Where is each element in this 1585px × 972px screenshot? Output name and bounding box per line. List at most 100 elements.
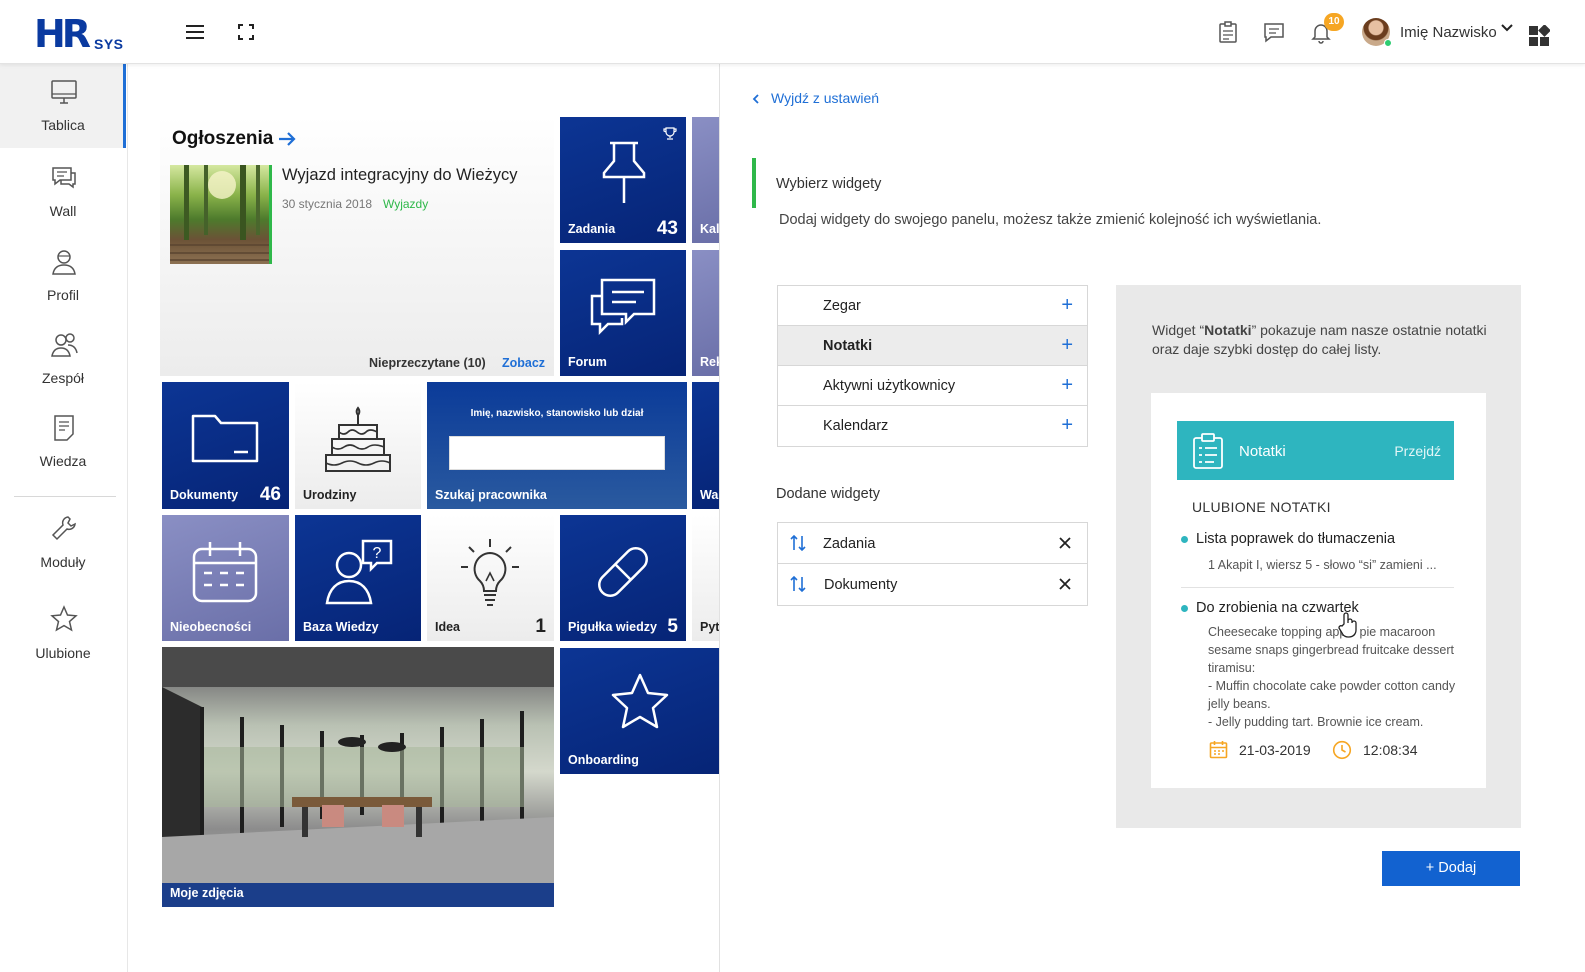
- note-date: 21-03-2019: [1239, 742, 1311, 758]
- sidebar-item-wall[interactable]: Wall: [0, 150, 126, 234]
- widget-row-kalendarz[interactable]: Kalendarz +: [778, 406, 1087, 446]
- widget-name: Zegar: [823, 298, 861, 314]
- section-description: Dodaj widgety do swojego panelu, możesz …: [779, 212, 1322, 228]
- widget-row-zegar[interactable]: Zegar +: [778, 286, 1087, 326]
- tile-label: Pyta: [700, 620, 720, 634]
- widget-name: Dokumenty: [824, 577, 898, 593]
- add-widget-plus-icon[interactable]: +: [1061, 335, 1073, 355]
- sidebar-item-zespol[interactable]: Zespół: [0, 317, 126, 401]
- logo-hr: HR: [34, 12, 91, 56]
- tile-onboarding[interactable]: Onboarding: [560, 648, 720, 774]
- clock-icon: [1332, 740, 1352, 760]
- logo[interactable]: HR SYS: [34, 12, 134, 56]
- exit-settings-link[interactable]: Wyjdź z ustawień: [771, 90, 879, 106]
- desc-widget-name: Notatki: [1204, 322, 1252, 338]
- top-bar: HR SYS 10 Imię Nazwisko: [0, 0, 1585, 64]
- tile-label: Baza Wiedzy: [303, 620, 379, 634]
- clipboard-icon[interactable]: [1216, 20, 1240, 44]
- tile-moje-zdjecia[interactable]: Moje zdjęcia: [162, 647, 554, 907]
- tile-label: Pigułka wiedzy: [568, 620, 657, 634]
- tile-nieobecnosci[interactable]: Nieobecności: [162, 515, 289, 641]
- announcement-headline[interactable]: Wyjazd integracyjny do Wieżycy: [282, 166, 518, 185]
- tile-baza-wiedzy[interactable]: ? Baza Wiedzy: [295, 515, 421, 641]
- sidebar-item-label: Zespół: [41, 370, 85, 386]
- tile-zadania[interactable]: Zadania 43: [560, 117, 686, 243]
- tile-pytania[interactable]: Pyta: [692, 515, 720, 641]
- announcements-title[interactable]: Ogłoszenia: [172, 128, 273, 150]
- widget-row-notatki[interactable]: Notatki +: [778, 326, 1087, 366]
- add-button-label: Dodaj: [1438, 860, 1477, 876]
- tile-label: Dokumenty: [170, 488, 239, 502]
- tile-dokumenty[interactable]: Dokumenty 46: [162, 382, 289, 509]
- widgets-grid-icon[interactable]: [1528, 24, 1552, 49]
- widget-name: Zadania: [823, 536, 876, 552]
- remove-widget-close-icon[interactable]: [1059, 578, 1071, 590]
- tile-kalendarz[interactable]: Kal: [692, 117, 720, 243]
- tile-count: 43: [656, 218, 678, 239]
- sidebar-item-wiedza[interactable]: Wiedza: [0, 400, 126, 484]
- tile-wall[interactable]: Wal: [692, 382, 720, 509]
- user-name[interactable]: Imię Nazwisko: [1400, 24, 1497, 41]
- note-body: Cheesecake topping apple pie macaroon se…: [1208, 625, 1456, 729]
- add-widget-plus-icon[interactable]: +: [1061, 295, 1073, 315]
- arrow-right-icon[interactable]: [277, 130, 297, 153]
- user-icon: [52, 250, 76, 275]
- added-widget-row-dokumenty[interactable]: Dokumenty: [778, 564, 1087, 605]
- tile-label: Urodziny: [303, 488, 357, 502]
- sidebar-item-label: Profil: [47, 287, 79, 303]
- wrench-icon: [51, 516, 76, 541]
- note-bullet: [1181, 536, 1188, 543]
- hand-cursor-icon: [1337, 612, 1359, 643]
- announcement-image[interactable]: [170, 165, 272, 264]
- note-title[interactable]: Do zrobienia na czwartek: [1196, 600, 1359, 616]
- remove-widget-close-icon[interactable]: [1059, 537, 1071, 549]
- widget-row-aktywni[interactable]: Aktywni użytkownicy +: [778, 366, 1087, 406]
- chat-icon: [52, 167, 76, 189]
- sidebar-item-label: Tablica: [41, 117, 85, 133]
- add-widget-plus-icon[interactable]: +: [1061, 415, 1073, 435]
- add-widget-plus-icon[interactable]: +: [1061, 375, 1073, 395]
- sidebar-divider: [14, 496, 116, 497]
- sidebar-item-moduly[interactable]: Moduły: [0, 500, 126, 584]
- sidebar-item-label: Wall: [49, 203, 77, 219]
- chevron-down-icon[interactable]: [1497, 18, 1517, 42]
- tile-label: Szukaj pracownika: [435, 488, 547, 502]
- tile-forum[interactable]: Forum: [560, 250, 686, 376]
- birthday-cake-icon: [325, 406, 391, 472]
- chevron-left-icon[interactable]: [750, 92, 762, 111]
- sidebar-item-ulubione[interactable]: Ulubione: [0, 591, 126, 675]
- notes-go-link[interactable]: Przejdź: [1394, 443, 1441, 459]
- messages-icon[interactable]: [1262, 20, 1286, 44]
- see-link[interactable]: Zobacz: [502, 356, 545, 370]
- tile-idea[interactable]: Idea 1: [427, 515, 554, 641]
- tile-szukaj-pracownika: Imię, nazwisko, stanowisko lub dział Szu…: [427, 382, 687, 509]
- widget-preview-description: Widget “Notatki” pokazuje nam nasze osta…: [1152, 321, 1492, 359]
- employee-search-input[interactable]: [449, 436, 665, 470]
- reorder-arrows-icon[interactable]: [790, 575, 806, 593]
- monitor-icon: [51, 80, 77, 104]
- added-widgets-title: Dodane widgety: [776, 486, 880, 502]
- hamburger-menu-icon[interactable]: [183, 20, 207, 44]
- plus-icon: +: [1425, 860, 1439, 876]
- note-title[interactable]: Lista poprawek do tłumaczenia: [1196, 531, 1395, 547]
- tile-pigulka-wiedzy[interactable]: Pigułka wiedzy 5: [560, 515, 686, 641]
- announcement-category[interactable]: Wyjazdy: [383, 197, 428, 211]
- note-time: 12:08:34: [1363, 742, 1418, 758]
- notification-badge: 10: [1324, 13, 1344, 31]
- add-widget-button[interactable]: + Dodaj: [1382, 851, 1520, 886]
- pushpin-icon: [602, 141, 646, 203]
- sidebar-item-label: Wiedza: [39, 453, 87, 469]
- added-widget-row-zadania[interactable]: Zadania: [778, 523, 1087, 564]
- tile-count: 5: [667, 616, 678, 637]
- tile-rekrutacja[interactable]: Rek: [692, 250, 720, 376]
- star-icon: [50, 605, 78, 632]
- tile-urodziny[interactable]: Urodziny: [295, 382, 421, 509]
- sidebar-item-tablica[interactable]: Tablica: [0, 64, 126, 148]
- widget-name: Kalendarz: [823, 418, 889, 434]
- fullscreen-icon[interactable]: [234, 20, 258, 44]
- reorder-arrows-icon[interactable]: [790, 534, 806, 552]
- sidebar-item-profil[interactable]: Profil: [0, 234, 126, 318]
- favorite-notes-heading: ULUBIONE NOTATKI: [1192, 499, 1331, 515]
- folder-icon: [191, 414, 259, 463]
- widget-name: Aktywni użytkownicy: [823, 378, 956, 394]
